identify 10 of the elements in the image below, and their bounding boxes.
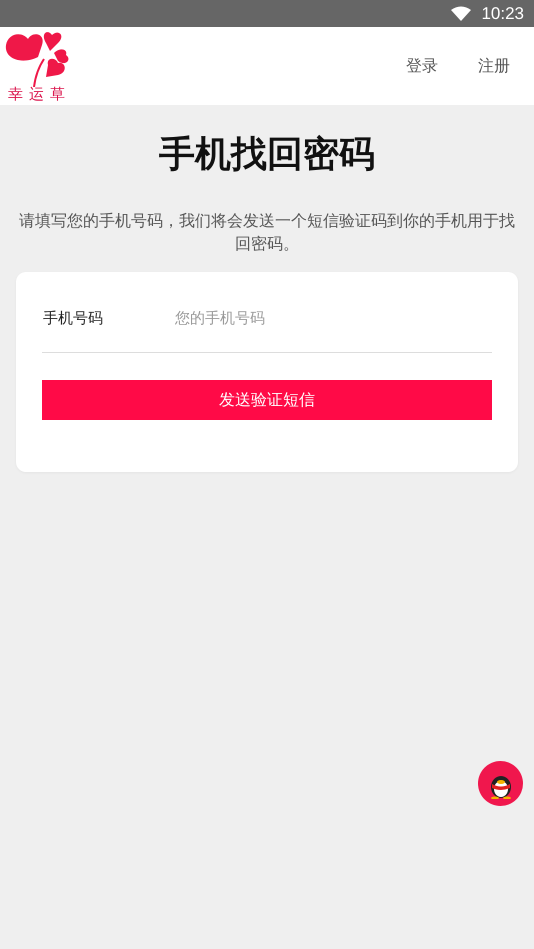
- nav-link[interactable]: 登录: [406, 56, 438, 76]
- status-time: 10:23: [481, 4, 524, 24]
- send-code-button[interactable]: 发送验证短信: [42, 380, 492, 420]
- page-title: 手机找回密码: [158, 133, 376, 177]
- nav-link[interactable]: 注册: [478, 56, 510, 76]
- logo-text: 幸运草: [8, 85, 71, 103]
- field-label: 手机号码: [43, 308, 104, 328]
- chat-button[interactable]: [478, 761, 523, 806]
- wifi-icon: [451, 6, 472, 21]
- description: 请填写您的手机号码，我们将会发送一个短信验证码到你的手机用于找回密码。: [18, 210, 516, 255]
